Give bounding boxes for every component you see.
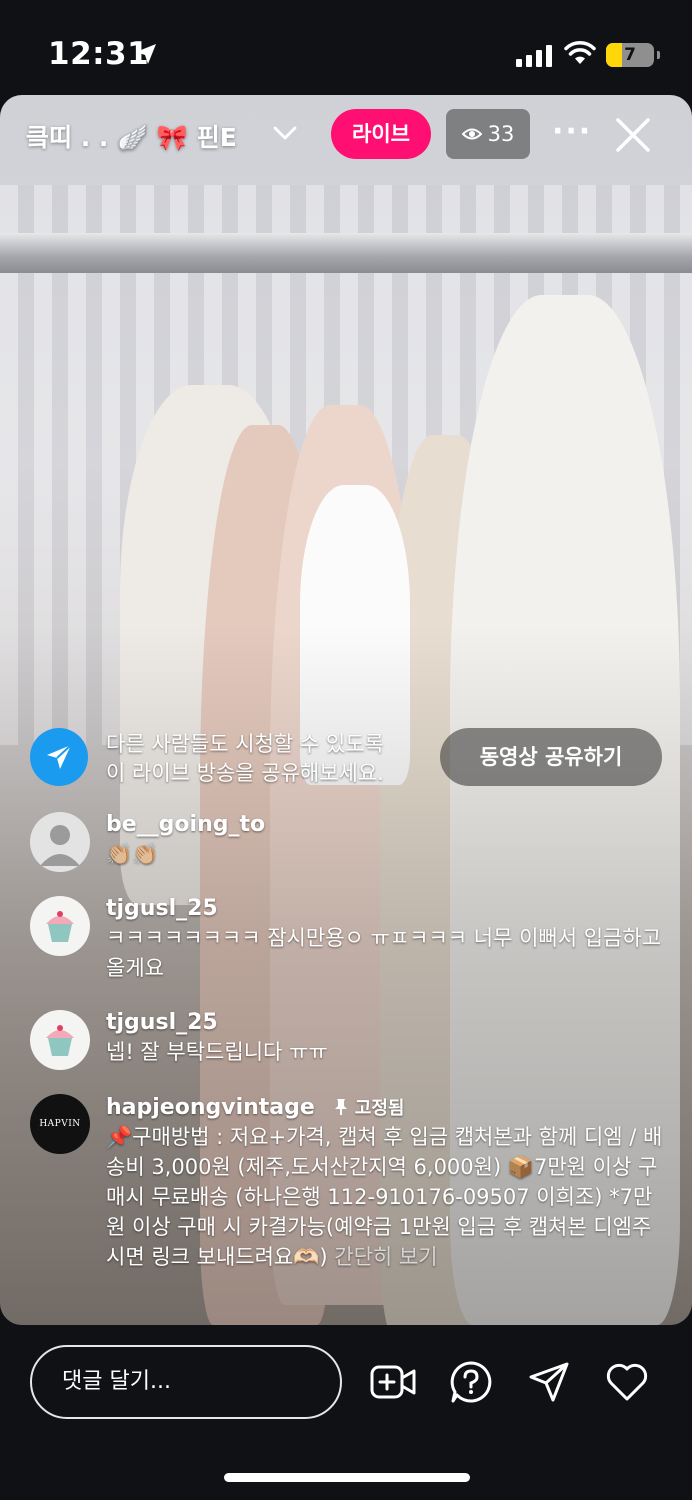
battery-icon: 7 bbox=[606, 43, 660, 67]
heart-icon[interactable] bbox=[604, 1359, 650, 1405]
pin-icon bbox=[334, 1099, 347, 1115]
share-prompt-line1: 다른 사람들도 시청할 수 있도록 bbox=[106, 732, 384, 756]
share-prompt-line2: 이 라이브 방송을 공유해보세요. bbox=[106, 761, 384, 785]
account-name[interactable]: 킄띠 . . 🪽 🎀 핀E bbox=[26, 118, 237, 154]
comment-text: ㅋㅋㅋㅋㅋㅋㅋㅋ 잠시만용ㅇ ㅠㅍㅋㅋㅋ 너무 이뻐서 입금하고 올게요 bbox=[106, 926, 662, 980]
send-icon bbox=[30, 728, 88, 786]
close-icon[interactable] bbox=[614, 116, 652, 154]
status-bar: 12:31 7 bbox=[0, 0, 692, 95]
send-icon[interactable] bbox=[526, 1359, 572, 1405]
question-icon[interactable] bbox=[448, 1359, 494, 1405]
avatar[interactable] bbox=[30, 1010, 90, 1070]
comment-username[interactable]: tjgusl_25 bbox=[106, 1010, 666, 1035]
more-options-icon[interactable]: ··· bbox=[552, 117, 592, 147]
add-video-guest-icon[interactable] bbox=[370, 1359, 416, 1405]
comment-text: 넵! 잘 부탁드립니다 ㅠㅠ bbox=[106, 1040, 328, 1064]
chevron-down-icon[interactable] bbox=[272, 122, 298, 144]
viewer-count: 33 bbox=[487, 122, 515, 146]
bottom-bar: 댓글 달기... bbox=[0, 1325, 692, 1500]
share-video-button[interactable]: 동영상 공유하기 bbox=[440, 728, 662, 786]
comment-username[interactable]: be__going_to bbox=[106, 812, 666, 837]
comment-username[interactable]: tjgusl_25 bbox=[106, 896, 666, 921]
cellular-signal-icon bbox=[516, 45, 552, 67]
comment-username[interactable]: hapjeongvintage bbox=[106, 1095, 315, 1120]
wifi-icon bbox=[564, 41, 596, 64]
location-arrow-icon bbox=[136, 44, 156, 64]
pinned-label: 고정됨 bbox=[354, 1098, 405, 1119]
share-prompt: 다른 사람들도 시청할 수 있도록 이 라이브 방송을 공유해보세요. 동영상 … bbox=[30, 728, 670, 788]
home-indicator[interactable] bbox=[224, 1473, 470, 1482]
live-header: 킄띠 . . 🪽 🎀 핀E 라이브 33 ··· bbox=[0, 100, 692, 170]
live-badge: 라이브 bbox=[331, 109, 431, 159]
viewer-count-badge[interactable]: 33 bbox=[446, 109, 530, 159]
avatar[interactable] bbox=[30, 896, 90, 956]
avatar[interactable] bbox=[30, 812, 90, 872]
avatar[interactable]: HAPVIN bbox=[30, 1094, 90, 1154]
avatar-logo-text: HAPVIN bbox=[39, 1119, 81, 1129]
eye-icon bbox=[461, 128, 482, 140]
battery-level: 7 bbox=[624, 45, 636, 65]
see-less-link[interactable]: 간단히 보기 bbox=[334, 1245, 437, 1269]
comment-input[interactable]: 댓글 달기... bbox=[30, 1345, 342, 1419]
comment-text: 👏🏼👏🏼 bbox=[106, 842, 159, 866]
